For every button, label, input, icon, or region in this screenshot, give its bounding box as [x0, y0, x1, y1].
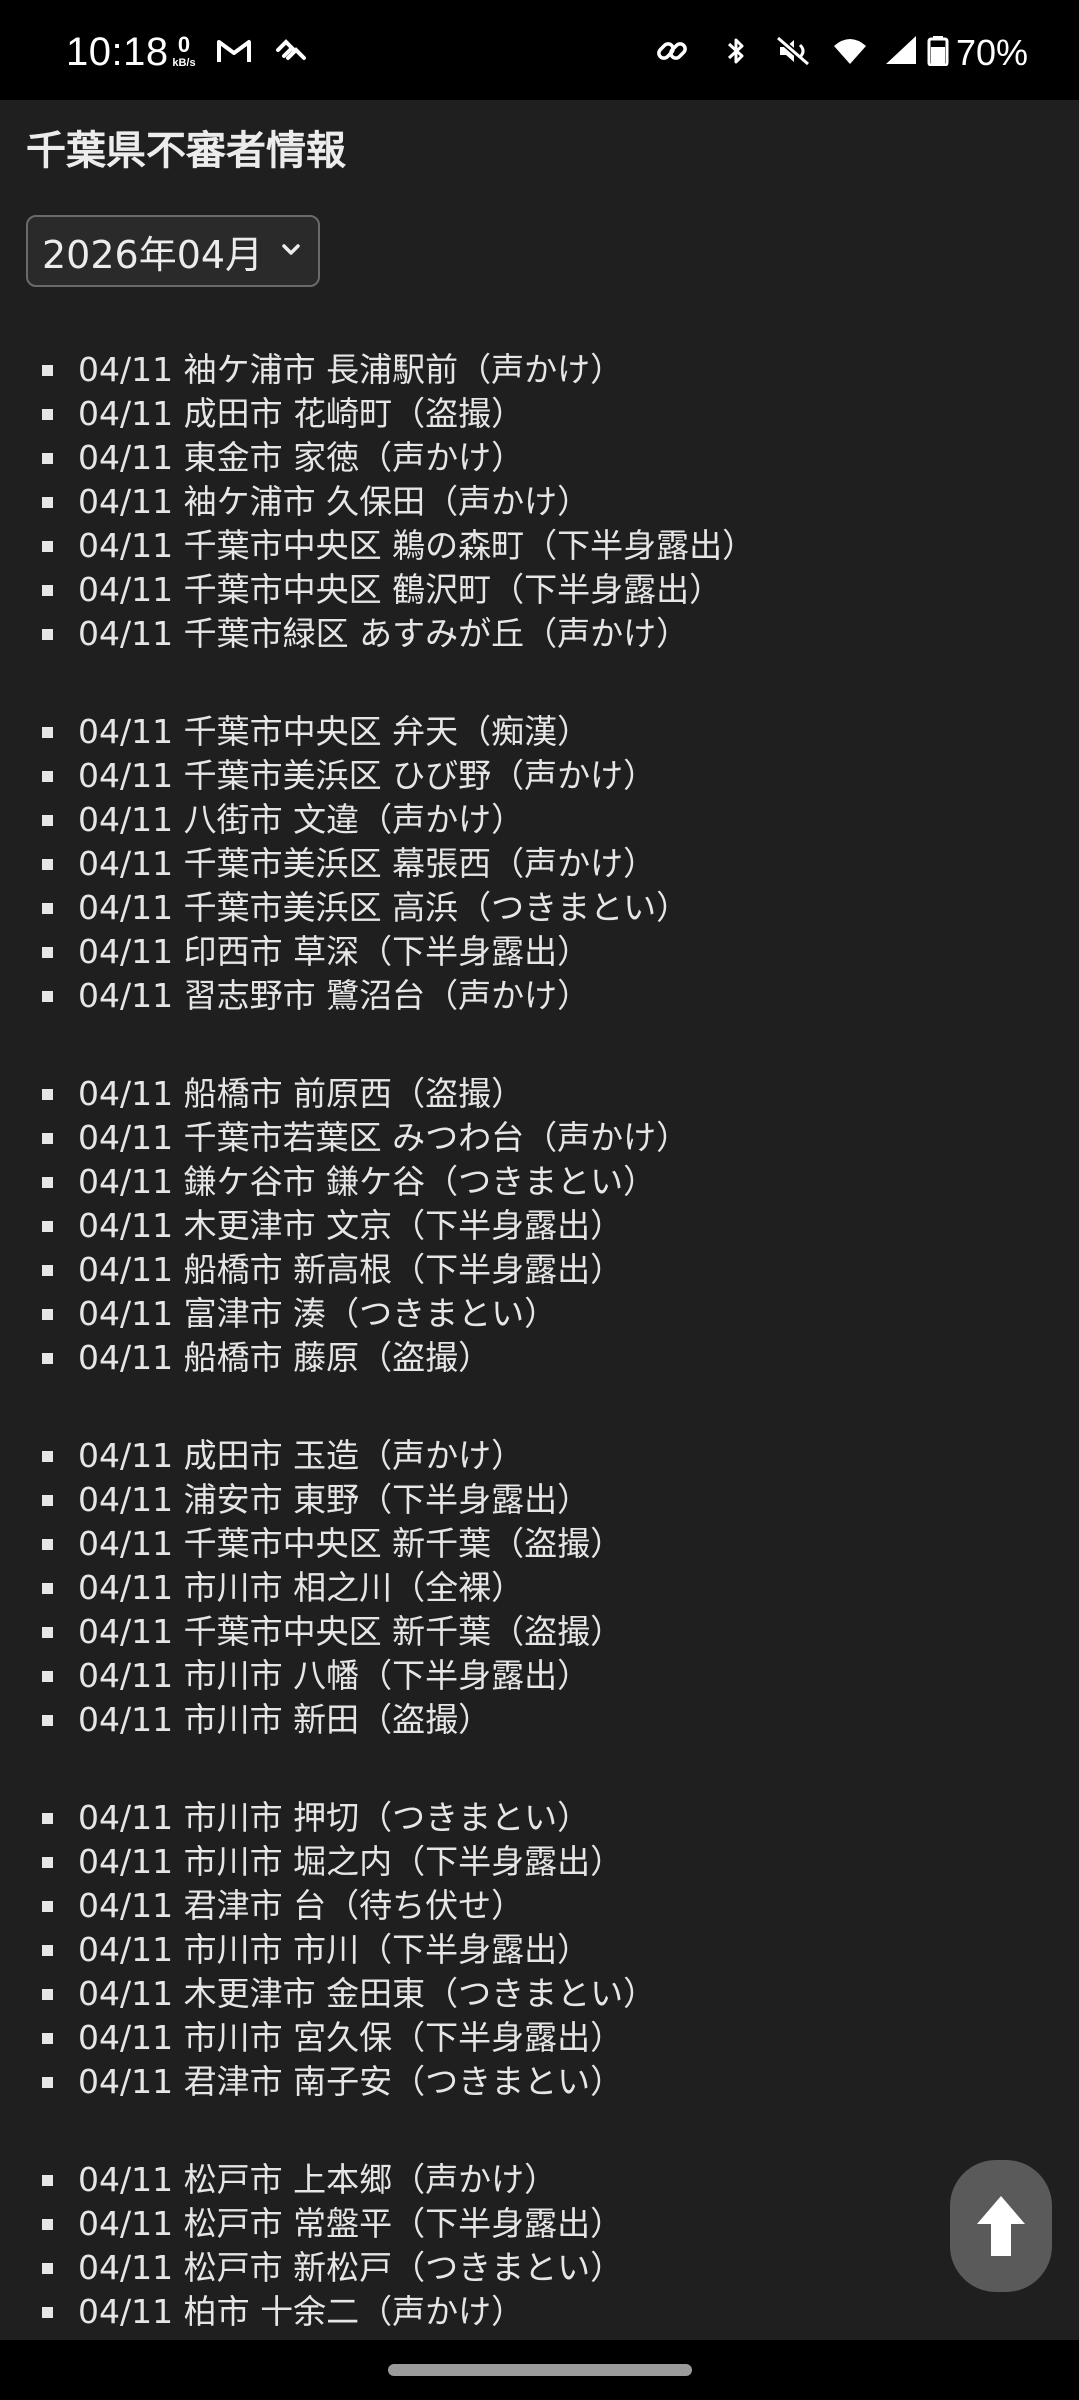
incident-item: 04/11 印西市 草深（下半身露出） — [0, 930, 1079, 974]
incident-group: 04/11 袖ケ浦市 長浦駅前（声かけ） 04/11 成田市 花崎町（盗撮） 04/… — [0, 348, 1079, 656]
incident-item: 04/11 柏市 十余二（声かけ） — [0, 2290, 1079, 2334]
chevron-down-icon — [282, 244, 300, 255]
incident-item: 04/11 船橋市 前原西（盗撮） — [0, 1072, 1079, 1116]
incident-item: 04/11 袖ケ浦市 長浦駅前（声かけ） — [0, 348, 1079, 392]
status-bar: 10:18 0 kB/s 70% — [0, 0, 1079, 100]
incident-item: 04/11 松戸市 上本郷（声かけ） — [0, 2158, 1079, 2202]
incident-item: 04/11 成田市 玉造（声かけ） — [0, 1434, 1079, 1478]
month-select-value: 2026年04月 — [42, 232, 264, 277]
incident-item: 04/11 君津市 南子安（つきまとい） — [0, 2060, 1079, 2104]
incident-item: 04/11 千葉市若葉区 みつわ台（声かけ） — [0, 1116, 1079, 1160]
incident-item: 04/11 千葉市緑区 あすみが丘（声かけ） — [0, 612, 1079, 656]
incident-item: 04/11 市川市 押切（つきまとい） — [0, 1796, 1079, 1840]
net-speed-indicator: 0 kB/s — [164, 34, 204, 69]
incident-item: 04/11 習志野市 鷺沼台（声かけ） — [0, 974, 1079, 1018]
navigation-bar — [0, 2340, 1079, 2400]
incident-item: 04/11 市川市 新田（盗撮） — [0, 1698, 1079, 1742]
wifi-icon — [834, 39, 866, 64]
mute-icon — [776, 36, 810, 66]
incident-item: 04/11 東金市 家徳（声かけ） — [0, 436, 1079, 480]
battery-icon — [927, 36, 949, 66]
incident-group: 04/11 千葉市中央区 弁天（痴漢） 04/11 千葉市美浜区 ひび野（声かけ）… — [0, 710, 1079, 1018]
page-title: 千葉県不審者情報 — [26, 128, 346, 174]
status-time: 10:18 — [66, 30, 169, 74]
incident-item: 04/11 千葉市中央区 鵜の森町（下半身露出） — [0, 524, 1079, 568]
incident-group: 04/11 松戸市 上本郷（声かけ） 04/11 松戸市 常盤平（下半身露出） 04… — [0, 2158, 1079, 2334]
incident-item: 04/11 船橋市 藤原（盗撮） — [0, 1336, 1079, 1380]
month-select[interactable]: 2026年04月 — [26, 215, 320, 287]
incident-item: 04/11 富津市 湊（つきまとい） — [0, 1292, 1079, 1336]
incident-item: 04/11 千葉市美浜区 高浜（つきまとい） — [0, 886, 1079, 930]
arrow-up-icon — [977, 2196, 1025, 2256]
battery-percent: 70% — [956, 32, 1029, 73]
bluetooth-icon — [727, 38, 744, 64]
incident-item: 04/11 千葉市美浜区 幕張西（声かけ） — [0, 842, 1079, 886]
incident-item: 04/11 君津市 台（待ち伏せ） — [0, 1884, 1079, 1928]
incident-item: 04/11 市川市 宮久保（下半身露出） — [0, 2016, 1079, 2060]
signal-icon — [886, 36, 916, 64]
incident-list: 04/11 袖ケ浦市 長浦駅前（声かけ） 04/11 成田市 花崎町（盗撮） 04/… — [0, 348, 1079, 2340]
incident-group: 04/11 市川市 押切（つきまとい） 04/11 市川市 堀之内（下半身露出） 0… — [0, 1796, 1079, 2104]
incident-group: 04/11 船橋市 前原西（盗撮） 04/11 千葉市若葉区 みつわ台（声かけ） 0… — [0, 1072, 1079, 1380]
net-speed-unit: kB/s — [172, 57, 196, 69]
incident-group: 04/11 成田市 玉造（声かけ） 04/11 浦安市 東野（下半身露出） 04/1… — [0, 1434, 1079, 1742]
incident-item: 04/11 松戸市 常盤平（下半身露出） — [0, 2202, 1079, 2246]
net-speed-value: 0 — [177, 32, 191, 57]
incident-item: 04/11 千葉市美浜区 ひび野（声かけ） — [0, 754, 1079, 798]
incident-item: 04/11 鎌ケ谷市 鎌ケ谷（つきまとい） — [0, 1160, 1079, 1204]
incident-item: 04/11 木更津市 文京（下半身露出） — [0, 1204, 1079, 1248]
incident-item: 04/11 千葉市中央区 鶴沢町（下半身露出） — [0, 568, 1079, 612]
incident-item: 04/11 市川市 八幡（下半身露出） — [0, 1654, 1079, 1698]
app-notification-icon — [276, 39, 306, 60]
incident-item: 04/11 松戸市 新松戸（つきまとい） — [0, 2246, 1079, 2290]
incident-item: 04/11 八街市 文違（声かけ） — [0, 798, 1079, 842]
incident-item: 04/11 千葉市中央区 新千葉（盗撮） — [0, 1522, 1079, 1566]
gmail-icon — [217, 40, 251, 62]
incident-item: 04/11 船橋市 新高根（下半身露出） — [0, 1248, 1079, 1292]
incident-item: 04/11 成田市 花崎町（盗撮） — [0, 392, 1079, 436]
incident-item: 04/11 袖ケ浦市 久保田（声かけ） — [0, 480, 1079, 524]
incident-item: 04/11 市川市 市川（下半身露出） — [0, 1928, 1079, 1972]
incident-item: 04/11 千葉市中央区 弁天（痴漢） — [0, 710, 1079, 754]
incident-item: 04/11 浦安市 東野（下半身露出） — [0, 1478, 1079, 1522]
scroll-to-top-button[interactable] — [950, 2160, 1052, 2292]
incident-item: 04/11 市川市 相之川（全裸） — [0, 1566, 1079, 1610]
gesture-handle[interactable] — [388, 2364, 692, 2376]
link-icon — [657, 42, 687, 60]
incident-item: 04/11 木更津市 金田東（つきまとい） — [0, 1972, 1079, 2016]
web-page[interactable]: 千葉県不審者情報 2026年04月 04/11 袖ケ浦市 長浦駅前（声かけ） 04… — [0, 100, 1079, 2340]
incident-item: 04/11 市川市 堀之内（下半身露出） — [0, 1840, 1079, 1884]
incident-item: 04/11 千葉市中央区 新千葉（盗撮） — [0, 1610, 1079, 1654]
